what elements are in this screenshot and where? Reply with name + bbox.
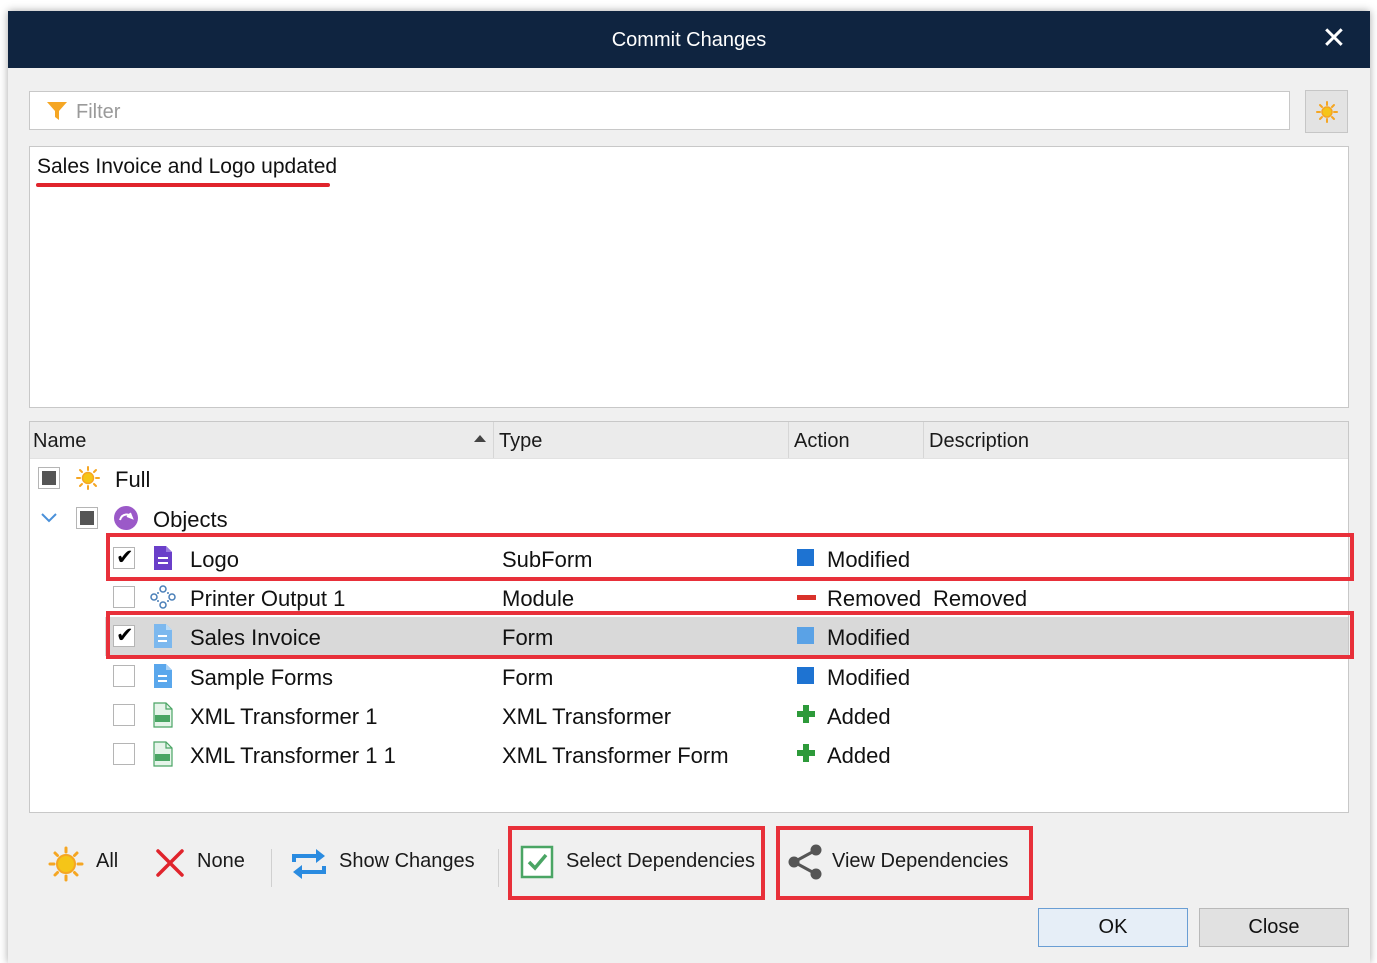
row-action: Removed: [827, 586, 922, 611]
commit-message-field[interactable]: Sales Invoice and Logo updated: [29, 146, 1349, 408]
tree-node-label: Full: [115, 467, 151, 492]
check-all-label: All: [96, 850, 119, 872]
column-header-description[interactable]: Description: [929, 430, 1029, 453]
row-type: XML Transformer Form: [502, 743, 729, 768]
subform-icon: [152, 545, 174, 576]
table-row-selected[interactable]: Sales Invoice Form Modified: [105, 617, 1348, 656]
row-type: XML Transformer: [502, 704, 672, 729]
tree-node-full[interactable]: Full: [30, 459, 1348, 498]
added-icon: [796, 743, 816, 768]
row-checkbox[interactable]: [113, 704, 135, 726]
column-header-name[interactable]: Name: [33, 430, 86, 453]
row-action: Modified: [827, 665, 911, 690]
row-name: Printer Output 1: [190, 586, 346, 611]
title-bar: Commit Changes ✕: [8, 11, 1370, 68]
modified-icon: [797, 627, 814, 644]
row-checkbox[interactable]: [113, 665, 135, 687]
form-icon: [152, 663, 174, 694]
row-type: Form: [502, 665, 554, 690]
view-dependencies-button[interactable]: View Dependencies: [784, 837, 1024, 887]
modified-icon: [797, 667, 814, 684]
checkbox-full[interactable]: [38, 467, 60, 489]
sun-icon: [76, 466, 100, 495]
commit-changes-dialog: Commit Changes ✕ Sales Invoice and Logo …: [8, 11, 1370, 963]
dialog-title: Commit Changes: [611, 29, 767, 51]
column-header-action[interactable]: Action: [794, 430, 850, 453]
ok-button[interactable]: OK: [1038, 908, 1188, 947]
row-type: Module: [502, 586, 575, 611]
show-changes-button[interactable]: Show Changes: [290, 837, 480, 887]
module-icon: [149, 584, 177, 615]
filter-field[interactable]: [29, 91, 1290, 130]
modified-icon: [797, 549, 814, 566]
sort-ascending-icon: [474, 435, 486, 442]
column-header-type[interactable]: Type: [499, 430, 542, 453]
message-underline-annotation: [36, 183, 330, 187]
row-name: Sample Forms: [190, 665, 334, 690]
objects-icon: [113, 505, 139, 536]
check-all-button[interactable]: All: [48, 837, 130, 887]
removed-icon: [797, 595, 816, 600]
row-checkbox[interactable]: [113, 623, 135, 647]
close-icon[interactable]: ✕: [1316, 21, 1352, 57]
refresh-arrows-icon: [290, 847, 328, 886]
check-none-label: None: [197, 850, 245, 872]
row-type: SubForm: [502, 547, 593, 572]
row-action: Added: [827, 743, 891, 768]
row-name: XML Transformer 1 1: [190, 743, 396, 768]
sun-icon: [1316, 101, 1338, 123]
sun-toggle-button[interactable]: [1305, 90, 1348, 133]
table-row[interactable]: XML Transformer 1 XML Transformer Added: [30, 696, 1348, 735]
row-action: Modified: [827, 547, 911, 572]
table-row[interactable]: Sample Forms Form Modified: [30, 657, 1348, 696]
chevron-down-icon[interactable]: [40, 511, 58, 529]
commit-message-text[interactable]: Sales Invoice and Logo updated: [37, 155, 337, 179]
view-dependencies-label: View Dependencies: [832, 850, 1009, 872]
changes-grid: Name Type Action Description Full Object…: [29, 421, 1349, 813]
x-icon: [154, 847, 186, 884]
checkbox-objects[interactable]: [76, 507, 98, 529]
funnel-icon: [46, 100, 68, 127]
share-nodes-icon: [786, 843, 824, 886]
row-type: Form: [502, 625, 554, 650]
tree-node-objects[interactable]: Objects: [30, 499, 1348, 538]
show-changes-label: Show Changes: [339, 850, 475, 872]
select-dependencies-button[interactable]: Select Dependencies: [518, 837, 758, 887]
row-checkbox[interactable]: [113, 586, 135, 608]
form-icon: [152, 623, 174, 654]
tree-node-label: Objects: [153, 507, 228, 532]
row-action: Modified: [827, 625, 911, 650]
row-description: Removed: [933, 586, 1028, 611]
row-name: Logo: [190, 547, 239, 572]
table-row[interactable]: Printer Output 1 Module Removed Removed: [30, 578, 1348, 617]
table-row[interactable]: Logo SubForm Modified: [30, 539, 1348, 578]
row-name: XML Transformer 1: [190, 704, 378, 729]
check-none-button[interactable]: None: [152, 837, 252, 887]
grid-header: Name Type Action Description: [30, 422, 1348, 459]
table-row[interactable]: XML Transformer 1 1 XML Transformer Form…: [30, 735, 1348, 774]
xml-file-icon: [152, 741, 174, 772]
added-icon: [796, 704, 816, 729]
sun-icon: [48, 846, 84, 887]
select-dependencies-label: Select Dependencies: [566, 850, 756, 872]
row-checkbox[interactable]: [113, 743, 135, 765]
row-checkbox[interactable]: [113, 545, 135, 569]
checkbox-check-icon: [520, 845, 554, 884]
filter-input[interactable]: [74, 98, 1278, 126]
close-button[interactable]: Close: [1199, 908, 1349, 947]
xml-file-icon: [152, 702, 174, 733]
row-action: Added: [827, 704, 891, 729]
row-name: Sales Invoice: [190, 625, 321, 650]
